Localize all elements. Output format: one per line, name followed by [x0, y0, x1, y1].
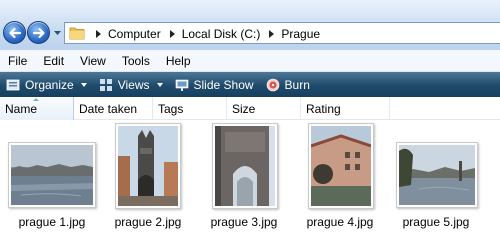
- slide-show-button[interactable]: Slide Show: [175, 78, 254, 92]
- column-header-date-taken-label: Date taken: [79, 102, 138, 116]
- views-label: Views: [117, 77, 150, 92]
- column-header-date-taken[interactable]: Date taken: [74, 97, 153, 120]
- slide-show-label: Slide Show: [193, 77, 254, 92]
- file-item-prague-3[interactable]: prague 3.jpg: [196, 120, 292, 232]
- breadcrumb-separator-icon[interactable]: [96, 30, 101, 38]
- recent-pages-dropdown-icon[interactable]: [53, 29, 62, 37]
- organize-icon: [6, 79, 20, 90]
- column-header-rating-label: Rating: [306, 102, 341, 116]
- thumbnail-prague-5: [396, 142, 478, 208]
- column-header-name-label: Name: [5, 102, 38, 116]
- file-item-prague-4[interactable]: prague 4.jpg: [292, 120, 388, 232]
- column-header-tags-label: Tags: [158, 102, 184, 116]
- views-button[interactable]: Views: [99, 78, 163, 92]
- views-icon: [99, 78, 112, 91]
- burn-label: Burn: [284, 77, 310, 92]
- forward-arrow-icon: [32, 27, 45, 39]
- column-headers: Name Date taken Tags Size Rating: [0, 97, 500, 120]
- address-input[interactable]: Computer Local Disk (C:) Prague: [64, 22, 500, 44]
- organize-dropdown-icon: [80, 82, 87, 87]
- menu-help[interactable]: Help: [166, 54, 191, 68]
- file-item-prague-2[interactable]: prague 2.jpg: [100, 120, 196, 232]
- back-arrow-icon: [9, 27, 22, 39]
- column-header-name[interactable]: Name: [0, 97, 74, 120]
- menu-view[interactable]: View: [80, 54, 106, 68]
- back-button[interactable]: [3, 21, 26, 44]
- command-toolbar: Organize Views Slide Show Burn: [0, 72, 500, 97]
- views-dropdown-icon: [156, 82, 163, 87]
- burn-disc-icon: [266, 78, 279, 91]
- column-header-tags[interactable]: Tags: [153, 97, 227, 120]
- file-name: prague 5.jpg: [402, 215, 470, 229]
- breadcrumb: Computer Local Disk (C:) Prague: [87, 26, 320, 42]
- column-header-rating[interactable]: Rating: [301, 97, 390, 120]
- organize-label: Organize: [25, 77, 74, 92]
- menu-file[interactable]: File: [8, 54, 27, 68]
- menu-tools[interactable]: Tools: [122, 54, 150, 68]
- file-item-prague-5[interactable]: prague 5.jpg: [388, 120, 484, 232]
- folder-icon: [69, 27, 85, 40]
- file-name: prague 3.jpg: [210, 215, 278, 229]
- sort-ascending-icon: [33, 98, 39, 101]
- breadcrumb-computer[interactable]: Computer: [108, 27, 161, 41]
- file-name: prague 2.jpg: [114, 215, 182, 229]
- file-name: prague 1.jpg: [18, 215, 86, 229]
- thumbnail-prague-2: [115, 123, 181, 209]
- breadcrumb-separator-icon[interactable]: [169, 30, 175, 38]
- breadcrumb-separator-icon[interactable]: [269, 30, 275, 38]
- thumbnail-prague-1: [8, 142, 96, 208]
- menu-edit[interactable]: Edit: [43, 54, 64, 68]
- burn-button[interactable]: Burn: [266, 78, 310, 92]
- column-header-size[interactable]: Size: [227, 97, 301, 120]
- organize-button[interactable]: Organize: [6, 78, 87, 92]
- file-name: prague 4.jpg: [306, 215, 374, 229]
- breadcrumb-prague[interactable]: Prague: [281, 27, 320, 41]
- file-list: prague 1.jpg prague 2.jpg prague 3.jpg p…: [0, 120, 500, 250]
- column-header-size-label: Size: [232, 102, 256, 116]
- address-bar-region: Computer Local Disk (C:) Prague: [0, 0, 500, 50]
- menu-bar: File Edit View Tools Help: [0, 50, 500, 72]
- breadcrumb-local-disk[interactable]: Local Disk (C:): [182, 27, 261, 41]
- file-item-prague-1[interactable]: prague 1.jpg: [4, 120, 100, 232]
- thumbnail-prague-4: [308, 123, 374, 209]
- thumbnail-prague-3: [212, 123, 278, 209]
- forward-button[interactable]: [27, 21, 50, 44]
- slide-show-icon: [175, 79, 188, 91]
